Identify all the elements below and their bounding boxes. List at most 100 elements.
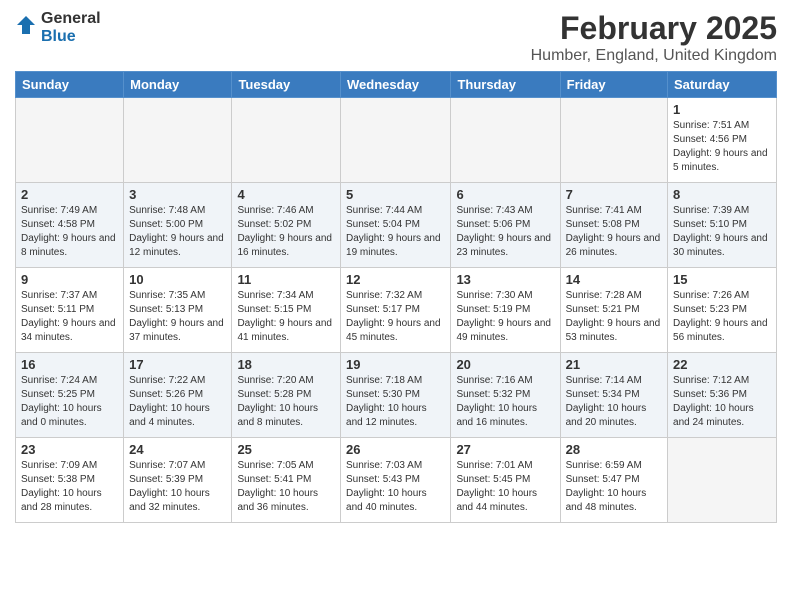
table-row: 2 Sunrise: 7:49 AM Sunset: 4:58 PM Daylig… (16, 183, 124, 268)
day-number: 26 (346, 442, 445, 457)
day-number: 13 (456, 272, 554, 287)
header-thursday: Thursday (451, 72, 560, 98)
location: Humber, England, United Kingdom (531, 47, 777, 65)
table-row: 9 Sunrise: 7:37 AM Sunset: 5:11 PM Daylig… (16, 268, 124, 353)
day-info: Sunrise: 7:48 AM Sunset: 5:00 PM Dayligh… (129, 204, 226, 260)
day-number: 14 (566, 272, 662, 287)
day-info: Sunrise: 7:32 AM Sunset: 5:17 PM Dayligh… (346, 289, 445, 345)
table-row: 12 Sunrise: 7:32 AM Sunset: 5:17 PM Dayli… (341, 268, 451, 353)
day-info: Sunrise: 7:26 AM Sunset: 5:23 PM Dayligh… (673, 289, 771, 345)
day-info: Sunrise: 7:39 AM Sunset: 5:10 PM Dayligh… (673, 204, 771, 260)
table-row: 15 Sunrise: 7:26 AM Sunset: 5:23 PM Dayli… (668, 268, 777, 353)
calendar-week-row: 16 Sunrise: 7:24 AM Sunset: 5:25 PM Dayli… (16, 353, 777, 438)
table-row: 5 Sunrise: 7:44 AM Sunset: 5:04 PM Daylig… (341, 183, 451, 268)
day-number: 4 (237, 187, 335, 202)
day-number: 28 (566, 442, 662, 457)
header-saturday: Saturday (668, 72, 777, 98)
day-number: 9 (21, 272, 118, 287)
day-number: 18 (237, 357, 335, 372)
table-row (451, 98, 560, 183)
day-number: 1 (673, 102, 771, 117)
day-info: Sunrise: 7:28 AM Sunset: 5:21 PM Dayligh… (566, 289, 662, 345)
day-info: Sunrise: 7:37 AM Sunset: 5:11 PM Dayligh… (21, 289, 118, 345)
table-row (341, 98, 451, 183)
day-info: Sunrise: 7:24 AM Sunset: 5:25 PM Dayligh… (21, 374, 118, 430)
header-wednesday: Wednesday (341, 72, 451, 98)
day-number: 2 (21, 187, 118, 202)
day-info: Sunrise: 7:14 AM Sunset: 5:34 PM Dayligh… (566, 374, 662, 430)
day-info: Sunrise: 7:05 AM Sunset: 5:41 PM Dayligh… (237, 459, 335, 515)
day-number: 6 (456, 187, 554, 202)
table-row: 16 Sunrise: 7:24 AM Sunset: 5:25 PM Dayli… (16, 353, 124, 438)
day-info: Sunrise: 7:09 AM Sunset: 5:38 PM Dayligh… (21, 459, 118, 515)
header: General Blue February 2025 Humber, Engla… (15, 10, 777, 65)
table-row (16, 98, 124, 183)
day-number: 21 (566, 357, 662, 372)
table-row: 7 Sunrise: 7:41 AM Sunset: 5:08 PM Daylig… (560, 183, 667, 268)
header-sunday: Sunday (16, 72, 124, 98)
table-row: 13 Sunrise: 7:30 AM Sunset: 5:19 PM Dayli… (451, 268, 560, 353)
table-row: 21 Sunrise: 7:14 AM Sunset: 5:34 PM Dayli… (560, 353, 667, 438)
logo-blue: Blue (41, 28, 101, 46)
table-row: 26 Sunrise: 7:03 AM Sunset: 5:43 PM Dayli… (341, 438, 451, 523)
table-row: 18 Sunrise: 7:20 AM Sunset: 5:28 PM Dayli… (232, 353, 341, 438)
table-row: 19 Sunrise: 7:18 AM Sunset: 5:30 PM Dayli… (341, 353, 451, 438)
day-number: 24 (129, 442, 226, 457)
calendar-header-row: Sunday Monday Tuesday Wednesday Thursday… (16, 72, 777, 98)
day-number: 16 (21, 357, 118, 372)
day-number: 15 (673, 272, 771, 287)
day-info: Sunrise: 7:07 AM Sunset: 5:39 PM Dayligh… (129, 459, 226, 515)
day-info: Sunrise: 7:12 AM Sunset: 5:36 PM Dayligh… (673, 374, 771, 430)
table-row: 22 Sunrise: 7:12 AM Sunset: 5:36 PM Dayli… (668, 353, 777, 438)
day-info: Sunrise: 7:22 AM Sunset: 5:26 PM Dayligh… (129, 374, 226, 430)
table-row: 6Sunrise: 7:43 AM Sunset: 5:06 PM Daylig… (451, 183, 560, 268)
day-info: Sunrise: 7:49 AM Sunset: 4:58 PM Dayligh… (21, 204, 118, 260)
table-row: 23Sunrise: 7:09 AM Sunset: 5:38 PM Dayli… (16, 438, 124, 523)
day-info: Sunrise: 7:20 AM Sunset: 5:28 PM Dayligh… (237, 374, 335, 430)
table-row: 11Sunrise: 7:34 AM Sunset: 5:15 PM Dayli… (232, 268, 341, 353)
page-container: General Blue February 2025 Humber, Engla… (0, 0, 792, 528)
table-row: 10Sunrise: 7:35 AM Sunset: 5:13 PM Dayli… (124, 268, 232, 353)
table-row: 8 Sunrise: 7:39 AM Sunset: 5:10 PM Daylig… (668, 183, 777, 268)
day-info: Sunrise: 7:44 AM Sunset: 5:04 PM Dayligh… (346, 204, 445, 260)
table-row: 24 Sunrise: 7:07 AM Sunset: 5:39 PM Dayli… (124, 438, 232, 523)
table-row (232, 98, 341, 183)
day-info: Sunrise: 7:03 AM Sunset: 5:43 PM Dayligh… (346, 459, 445, 515)
day-number: 10 (129, 272, 226, 287)
day-number: 22 (673, 357, 771, 372)
table-row (124, 98, 232, 183)
table-row (668, 438, 777, 523)
day-info: Sunrise: 6:59 AM Sunset: 5:47 PM Dayligh… (566, 459, 662, 515)
calendar-table: Sunday Monday Tuesday Wednesday Thursday… (15, 71, 777, 523)
calendar-week-row: 1Sunrise: 7:51 AM Sunset: 4:56 PM Daylig… (16, 98, 777, 183)
table-row: 14 Sunrise: 7:28 AM Sunset: 5:21 PM Dayli… (560, 268, 667, 353)
title-section: February 2025 Humber, England, United Ki… (531, 10, 777, 65)
calendar-week-row: 9 Sunrise: 7:37 AM Sunset: 5:11 PM Daylig… (16, 268, 777, 353)
logo-icon (15, 14, 37, 36)
day-info: Sunrise: 7:18 AM Sunset: 5:30 PM Dayligh… (346, 374, 445, 430)
table-row: 28 Sunrise: 6:59 AM Sunset: 5:47 PM Dayli… (560, 438, 667, 523)
header-monday: Monday (124, 72, 232, 98)
month-title: February 2025 (531, 10, 777, 47)
calendar-week-row: 2 Sunrise: 7:49 AM Sunset: 4:58 PM Daylig… (16, 183, 777, 268)
day-number: 7 (566, 187, 662, 202)
day-number: 19 (346, 357, 445, 372)
header-friday: Friday (560, 72, 667, 98)
table-row (560, 98, 667, 183)
table-row: 3Sunrise: 7:48 AM Sunset: 5:00 PM Daylig… (124, 183, 232, 268)
day-number: 8 (673, 187, 771, 202)
day-number: 27 (456, 442, 554, 457)
day-number: 25 (237, 442, 335, 457)
table-row: 25 Sunrise: 7:05 AM Sunset: 5:41 PM Dayli… (232, 438, 341, 523)
day-info: Sunrise: 7:46 AM Sunset: 5:02 PM Dayligh… (237, 204, 335, 260)
calendar-week-row: 23Sunrise: 7:09 AM Sunset: 5:38 PM Dayli… (16, 438, 777, 523)
day-number: 20 (456, 357, 554, 372)
day-info: Sunrise: 7:01 AM Sunset: 5:45 PM Dayligh… (456, 459, 554, 515)
day-info: Sunrise: 7:41 AM Sunset: 5:08 PM Dayligh… (566, 204, 662, 260)
day-info: Sunrise: 7:34 AM Sunset: 5:15 PM Dayligh… (237, 289, 335, 345)
day-info: Sunrise: 7:30 AM Sunset: 5:19 PM Dayligh… (456, 289, 554, 345)
table-row: 17Sunrise: 7:22 AM Sunset: 5:26 PM Dayli… (124, 353, 232, 438)
day-number: 5 (346, 187, 445, 202)
table-row: 27 Sunrise: 7:01 AM Sunset: 5:45 PM Dayli… (451, 438, 560, 523)
day-number: 12 (346, 272, 445, 287)
